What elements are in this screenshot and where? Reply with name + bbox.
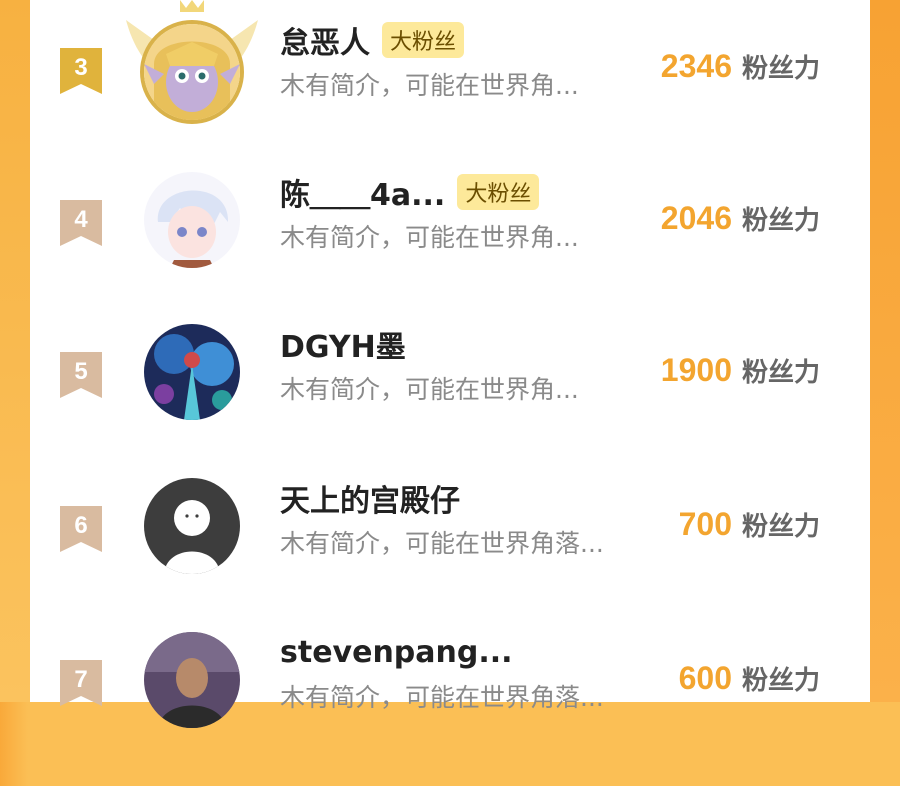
- rank-number: 7: [74, 666, 88, 693]
- fan-score: 2346 粉丝力: [661, 48, 820, 85]
- fan-level-tag: 大粉丝: [457, 174, 540, 210]
- user-description: 木有简介，可能在世界角落...: [280, 529, 604, 558]
- rank-badge: 6: [60, 506, 102, 552]
- anime-white-hair-avatar[interactable]: [144, 172, 240, 268]
- score-value: 600: [678, 660, 732, 696]
- fan-score: 600 粉丝力: [679, 660, 820, 697]
- fan-row[interactable]: 6 天上的宫殿仔 木有简介，可能在世界角落... 700 粉丝力: [30, 478, 870, 632]
- user-name[interactable]: 怠恶人: [280, 18, 370, 62]
- user-name[interactable]: 陈＿＿4a...: [280, 170, 445, 214]
- score-unit: 粉丝力: [741, 206, 820, 236]
- fan-score: 700 粉丝力: [679, 506, 820, 543]
- rank-number: 5: [74, 358, 88, 385]
- rank-number: 4: [74, 206, 88, 233]
- name-line: DGYH墨: [280, 322, 406, 366]
- anime-elf-girl-avatar[interactable]: [140, 20, 244, 124]
- score-value: 1900: [660, 352, 732, 388]
- fan-score: 1900 粉丝力: [661, 352, 820, 389]
- user-name[interactable]: DGYH墨: [280, 322, 406, 366]
- user-description: 木有简介，可能在世界角...: [280, 375, 579, 404]
- rank-badge: 5: [60, 352, 102, 398]
- left-border: [0, 0, 30, 702]
- fan-score: 2046 粉丝力: [661, 200, 820, 237]
- score-unit: 粉丝力: [741, 54, 820, 84]
- fan-level-tag: 大粉丝: [382, 22, 465, 58]
- user-name[interactable]: stevenpang...: [280, 635, 513, 670]
- name-line: 天上的宫殿仔: [280, 476, 460, 520]
- score-unit: 粉丝力: [741, 358, 820, 388]
- rank-number: 6: [74, 512, 88, 539]
- user-description: 木有简介，可能在世界角...: [280, 223, 579, 252]
- name-line: stevenpang...: [280, 632, 513, 672]
- user-description: 木有简介，可能在世界角...: [280, 71, 579, 100]
- score-unit: 粉丝力: [741, 512, 820, 542]
- default-user-avatar[interactable]: [144, 478, 240, 574]
- fan-row[interactable]: 7 stevenpang... 木有简介，可能在世界角落... 600 粉丝力: [30, 632, 870, 786]
- blue-artwork-avatar[interactable]: [144, 324, 240, 420]
- rank-badge: 3: [60, 48, 102, 94]
- fan-row[interactable]: 5 DGYH墨 木有简介，可能在世界角... 1900 粉丝力: [30, 324, 870, 478]
- score-value: 700: [678, 506, 732, 542]
- fan-row[interactable]: 3 怠恶人 大粉丝 木有简介，可能在世界角... 2346 粉丝力: [30, 0, 870, 174]
- score-value: 2046: [660, 200, 732, 236]
- rank-badge: 7: [60, 660, 102, 706]
- fan-ranking-list: 3 怠恶人 大粉丝 木有简介，可能在世界角... 2346 粉丝力 4 陈＿＿4…: [30, 0, 870, 728]
- fan-row[interactable]: 4 陈＿＿4a... 大粉丝 木有简介，可能在世界角... 2046 粉丝力: [30, 172, 870, 326]
- photo-man-avatar[interactable]: [144, 632, 240, 728]
- user-name[interactable]: 天上的宫殿仔: [280, 476, 460, 520]
- name-line: 陈＿＿4a... 大粉丝: [280, 170, 540, 214]
- rank-number: 3: [74, 54, 88, 81]
- user-description: 木有简介，可能在世界角落...: [280, 683, 604, 712]
- score-value: 2346: [660, 48, 732, 84]
- right-border: [870, 0, 900, 702]
- score-unit: 粉丝力: [741, 666, 820, 696]
- rank-badge: 4: [60, 200, 102, 246]
- name-line: 怠恶人 大粉丝: [280, 18, 465, 62]
